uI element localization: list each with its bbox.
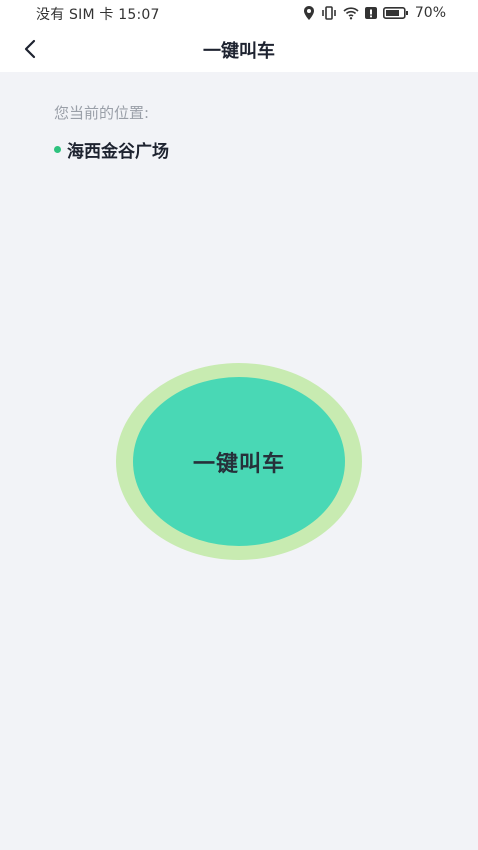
page-title: 一键叫车: [203, 41, 275, 62]
carrier-time-text: 没有 SIM 卡 15:07: [36, 7, 160, 23]
battery-icon: [382, 6, 409, 20]
location-icon: [303, 6, 315, 20]
battery-percent: 70%: [414, 5, 446, 21]
wifi-icon: [343, 6, 359, 20]
current-location-label: 您当前的位置:: [54, 104, 150, 122]
status-bar: 没有 SIM 卡 15:07 70%: [0, 0, 478, 26]
nav-header: 一键叫车: [0, 26, 478, 72]
call-button-label: 一键叫车: [192, 451, 285, 477]
current-location: 海西金谷广场: [54, 137, 169, 162]
one-tap-call-button[interactable]: 一键叫车: [116, 363, 362, 560]
call-button-core[interactable]: 一键叫车: [133, 377, 345, 546]
location-dot-icon: [54, 146, 61, 153]
alert-icon: [364, 6, 377, 20]
vibrate-icon: [321, 6, 337, 20]
location-name: 海西金谷广场: [67, 142, 169, 162]
status-icons: 70%: [303, 4, 446, 22]
